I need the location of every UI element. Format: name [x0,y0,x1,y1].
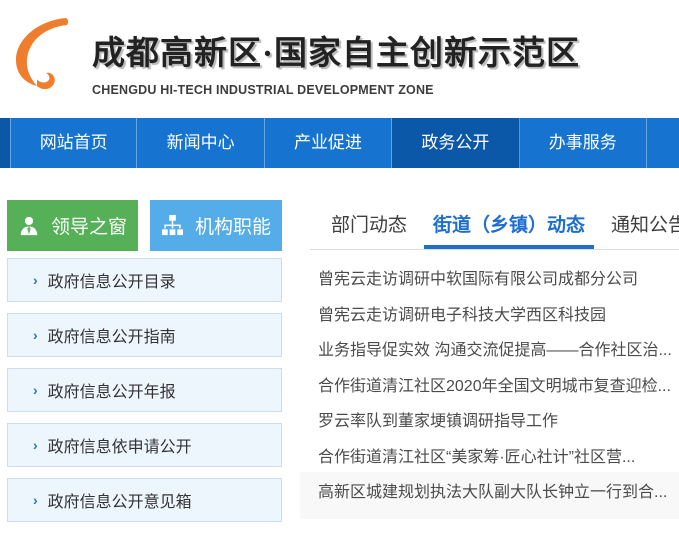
tab-street-township-news[interactable]: 街道（乡镇）动态 [424,203,594,249]
sidebar-link-suggestion-box[interactable]: › 政府信息公开意见箱 [7,478,282,522]
site-subtitle: CHENGDU HI-TECH INDUSTRIAL DEVELOPMENT Z… [92,83,580,97]
tab-department-news[interactable]: 部门动态 [322,203,416,249]
person-icon [18,215,40,237]
leaders-window-button[interactable]: 领导之窗 [7,200,138,251]
org-functions-label: 机构职能 [195,212,271,239]
chevron-right-icon: › [33,327,38,343]
leaders-window-label: 领导之窗 [51,212,127,239]
site-title: 成都高新区·国家自主创新示范区 [92,26,580,74]
sidebar: 领导之窗 机构职能 › 政府信息公开目录 [7,200,282,533]
logo-swoosh-icon [10,16,80,90]
org-chart-icon [161,214,184,237]
sidebar-link-info-catalog[interactable]: › 政府信息公开目录 [7,258,282,302]
news-item[interactable]: 罗云率队到董家埂镇调研指导工作 [318,404,679,440]
page: 成都高新区·国家自主创新示范区 CHENGDU HI-TECH INDUSTRI… [0,0,679,519]
nav-item-gov-affairs[interactable]: 政务公开 [392,118,519,168]
news-item[interactable]: 业务指导促实效 沟通交流促提高——合作社区治... [318,333,679,369]
main-nav: 网站首页 新闻中心 产业促进 政务公开 办事服务 [0,118,679,168]
news-item[interactable]: 合作街道清江社区“美家筹·匠心社计”社区营... [318,440,679,476]
news-panel: 部门动态 街道（乡镇）动态 通知公告 曾宪云走访调研中软国际有限公司成都分公司 … [310,203,679,511]
news-item[interactable]: 高新区城建规划执法大队副大队长钟立一行到合... [318,475,679,511]
sidebar-link-annual-report[interactable]: › 政府信息公开年报 [7,368,282,412]
nav-item-industry[interactable]: 产业促进 [265,118,392,168]
sidebar-link-label: 政府信息公开指南 [48,323,176,347]
chevron-right-icon: › [33,492,38,508]
chevron-right-icon: › [33,437,38,453]
tab-notices[interactable]: 通知公告 [602,203,679,249]
news-item[interactable]: 合作街道清江社区2020年全国文明城市复查迎检... [318,369,679,405]
org-functions-button[interactable]: 机构职能 [150,200,282,251]
news-item[interactable]: 曾宪云走访调研电子科技大学西区科技园 [318,298,679,334]
news-tabs: 部门动态 街道（乡镇）动态 通知公告 [310,203,679,250]
sidebar-links: › 政府信息公开目录 › 政府信息公开指南 › 政府信息公开年报 › 政府信息依… [7,258,282,522]
sidebar-link-label: 政府信息公开目录 [48,268,176,292]
sidebar-buttons: 领导之窗 机构职能 [7,200,282,251]
sidebar-link-label: 政府信息依申请公开 [48,433,192,457]
news-item[interactable]: 曾宪云走访调研中软国际有限公司成都分公司 [318,262,679,298]
site-titles: 成都高新区·国家自主创新示范区 CHENGDU HI-TECH INDUSTRI… [92,16,580,97]
chevron-right-icon: › [33,382,38,398]
nav-item-news-center[interactable]: 新闻中心 [137,118,264,168]
nav-item-services[interactable]: 办事服务 [520,118,647,168]
chevron-right-icon: › [33,272,38,288]
nav-item-home[interactable]: 网站首页 [10,118,137,168]
sidebar-link-label: 政府信息公开年报 [48,378,176,402]
sidebar-link-label: 政府信息公开意见箱 [48,488,192,512]
nav-left-edge [0,118,10,168]
site-brand[interactable]: 成都高新区·国家自主创新示范区 CHENGDU HI-TECH INDUSTRI… [10,16,580,97]
sidebar-link-info-guide[interactable]: › 政府信息公开指南 [7,313,282,357]
news-list: 曾宪云走访调研中软国际有限公司成都分公司 曾宪云走访调研电子科技大学西区科技园 … [310,262,679,511]
sidebar-link-disclosure-request[interactable]: › 政府信息依申请公开 [7,423,282,467]
